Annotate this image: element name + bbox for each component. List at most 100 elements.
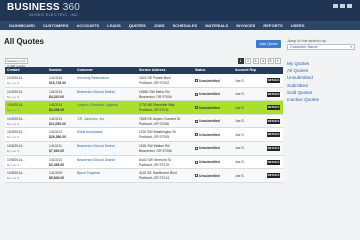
- page-title: All Quotes: [4, 37, 45, 46]
- page-4-button[interactable]: 4: [260, 58, 266, 64]
- table-row[interactable]: 10/8/2014... By Lee S. 1410209 $5,640.00 Byr…: [5, 169, 283, 183]
- help-icon[interactable]: [340, 4, 345, 8]
- details-button[interactable]: DETAILS: [267, 78, 280, 83]
- nav-customers[interactable]: CUSTOMERS: [39, 21, 72, 30]
- nav-quotes[interactable]: QUOTES: [125, 21, 150, 30]
- address-line-2: Portland, OR 97211: [139, 108, 169, 113]
- checkbox-icon[interactable]: [195, 133, 198, 137]
- col-created[interactable]: Created: [7, 67, 20, 74]
- col-service-address[interactable]: Service Address: [139, 67, 165, 74]
- table-row[interactable]: 10/9/2014... By Lee S. 1410212 $26,380.00 El…: [5, 128, 283, 142]
- created-by: By Lee S.: [7, 121, 21, 126]
- account-rep: Joe S.: [235, 119, 245, 124]
- table-row[interactable]: 10/8/2014... By Lee S. 1410210 $2,485.00 Bea…: [5, 155, 283, 170]
- status-text: Unsubmitted: [199, 132, 220, 137]
- checkbox-icon[interactable]: [195, 147, 198, 151]
- account-icon[interactable]: [333, 4, 338, 8]
- created-by: By Lee S.: [7, 162, 21, 167]
- nav-accounts[interactable]: ACCOUNTS: [72, 21, 103, 30]
- details-button[interactable]: DETAILS: [267, 159, 280, 165]
- account-rep: Joe S.: [235, 132, 245, 137]
- details-button[interactable]: DETAILS: [267, 145, 280, 151]
- checkbox-icon[interactable]: [195, 92, 198, 96]
- sidebar-item-my-quotes[interactable]: My Quotes: [287, 60, 357, 67]
- checkbox-icon[interactable]: [195, 160, 198, 164]
- logout-icon[interactable]: [347, 4, 352, 8]
- details-button[interactable]: DETAILS: [267, 105, 280, 111]
- status-cell: Unsubmitted: [195, 133, 220, 137]
- address-line-1: 2730 NE Riverside Way: [139, 103, 175, 108]
- col-account-rep[interactable]: Account Rep: [235, 67, 256, 74]
- nav-invoices[interactable]: INVOICES: [232, 21, 259, 30]
- sidebar-item-inactive-quotes[interactable]: Inactive Quotes: [287, 96, 357, 103]
- customer-link[interactable]: Lutyens Chemical Logistics: [77, 103, 118, 107]
- table-row[interactable]: 10/9/2014... By Lee S. 1410215 $4,310.00 Bea…: [5, 87, 283, 102]
- customer-link[interactable]: J.R. Johnston, Inc: [77, 117, 104, 121]
- sidebar-item-submitted[interactable]: Submitted: [287, 82, 357, 89]
- created-by: By Lee S.: [7, 135, 21, 140]
- page-3-button[interactable]: 3: [252, 58, 259, 64]
- nav-reports[interactable]: REPORTS: [259, 21, 286, 30]
- jump-section-select[interactable]: Customer Name ▾: [287, 44, 355, 50]
- created-date: 10/9/2014...: [7, 89, 25, 94]
- customer-link[interactable]: Beaverton School District: [77, 158, 115, 162]
- account-rep: Joe S.: [235, 105, 245, 110]
- customer-link[interactable]: Beaverton School District: [77, 90, 115, 94]
- quote-number: 1410209: [49, 171, 63, 176]
- status-text: Unsubmitted: [199, 119, 220, 124]
- details-button[interactable]: DETAILS: [267, 91, 280, 97]
- details-button[interactable]: DETAILS: [267, 173, 280, 179]
- quote-amount: $7,920.00: [49, 148, 65, 153]
- nav-schedules[interactable]: SCHEDULES: [169, 21, 202, 30]
- sidebar-item-all-quotes[interactable]: All Quotes: [287, 67, 357, 74]
- company-name: NUSKO ELECTRIC, INC: [29, 13, 79, 17]
- customer-link[interactable]: Elliott Associates: [77, 130, 102, 134]
- sidebar-item-sold-quotes[interactable]: Sold Quotes: [287, 89, 357, 96]
- quote-number: 1410210: [49, 157, 63, 162]
- sidebar-item-unsubmitted[interactable]: Unsubmitted: [287, 74, 357, 81]
- account-rep: Joe S.: [235, 146, 245, 151]
- status-cell: Unsubmitted: [195, 146, 220, 150]
- customer-link[interactable]: Beaverton School District: [77, 144, 115, 148]
- status-text: Unsubmitted: [199, 105, 220, 110]
- app-logo[interactable]: BUSINESS 360: [7, 2, 80, 13]
- page-1-button[interactable]: 1: [237, 58, 244, 64]
- col-customer[interactable]: Customer: [77, 67, 93, 74]
- table-row[interactable]: 10/9/2014... By Lee S. 1410216 $18,718.00 Ke…: [5, 74, 283, 88]
- table-header: Created Number Customer Service Address …: [5, 67, 283, 74]
- customer-link[interactable]: Kennedy Restoration: [77, 76, 109, 80]
- col-number[interactable]: Number: [49, 67, 62, 74]
- created-date: 10/8/2014...: [7, 157, 25, 162]
- quote-number: 1410214: [49, 103, 63, 108]
- address-line-1: 1523 SE Powell Blvd: [139, 76, 171, 80]
- customer-link[interactable]: Byron Trayman: [77, 171, 100, 175]
- account-rep: Joe S.: [235, 78, 245, 83]
- status-text: Unsubmitted: [199, 92, 220, 97]
- add-quote-button[interactable]: Add Quote: [256, 40, 281, 48]
- quote-amount: $4,310.00: [49, 94, 65, 99]
- checkbox-icon[interactable]: [195, 79, 198, 83]
- nav-users[interactable]: USERS: [287, 21, 309, 30]
- page-5-button[interactable]: 5: [267, 58, 274, 64]
- details-button[interactable]: DETAILS: [267, 132, 280, 138]
- created-date: 10/8/2014...: [7, 143, 25, 148]
- quote-amount: $18,718.00: [49, 81, 66, 85]
- next-page-button[interactable]: »: [275, 58, 281, 64]
- details-button[interactable]: DETAILS: [267, 118, 280, 124]
- checkbox-icon[interactable]: [195, 106, 198, 110]
- col-status[interactable]: Status: [195, 67, 205, 74]
- nav-dashboard[interactable]: DASHBOARD: [5, 21, 39, 30]
- checkbox-icon[interactable]: [195, 174, 198, 178]
- checkbox-icon[interactable]: [195, 119, 198, 123]
- address-line-2: Portland, OR 97202: [139, 81, 169, 85]
- jump-section-value: Customer Name: [290, 45, 318, 49]
- table-row[interactable]: 10/9/2014... By Lee S. 1410213 $11,050.00 J.…: [5, 114, 283, 129]
- account-rep: Joe S.: [235, 173, 245, 178]
- table-row[interactable]: 10/8/2014... By Lee S. 1410211 $7,920.00 Bea…: [5, 141, 283, 156]
- nav-materials[interactable]: MATERIALS: [201, 21, 232, 30]
- quotes-sidebar: My Quotes All Quotes Unsubmitted Submitt…: [287, 60, 357, 103]
- nav-leads[interactable]: LEADS: [103, 21, 125, 30]
- page-2-button[interactable]: 2: [245, 58, 251, 64]
- table-row[interactable]: 10/9/2014... By Lee S. 1410214 $3,206.00 Lut…: [5, 101, 283, 115]
- nav-jobs[interactable]: JOBS: [150, 21, 169, 30]
